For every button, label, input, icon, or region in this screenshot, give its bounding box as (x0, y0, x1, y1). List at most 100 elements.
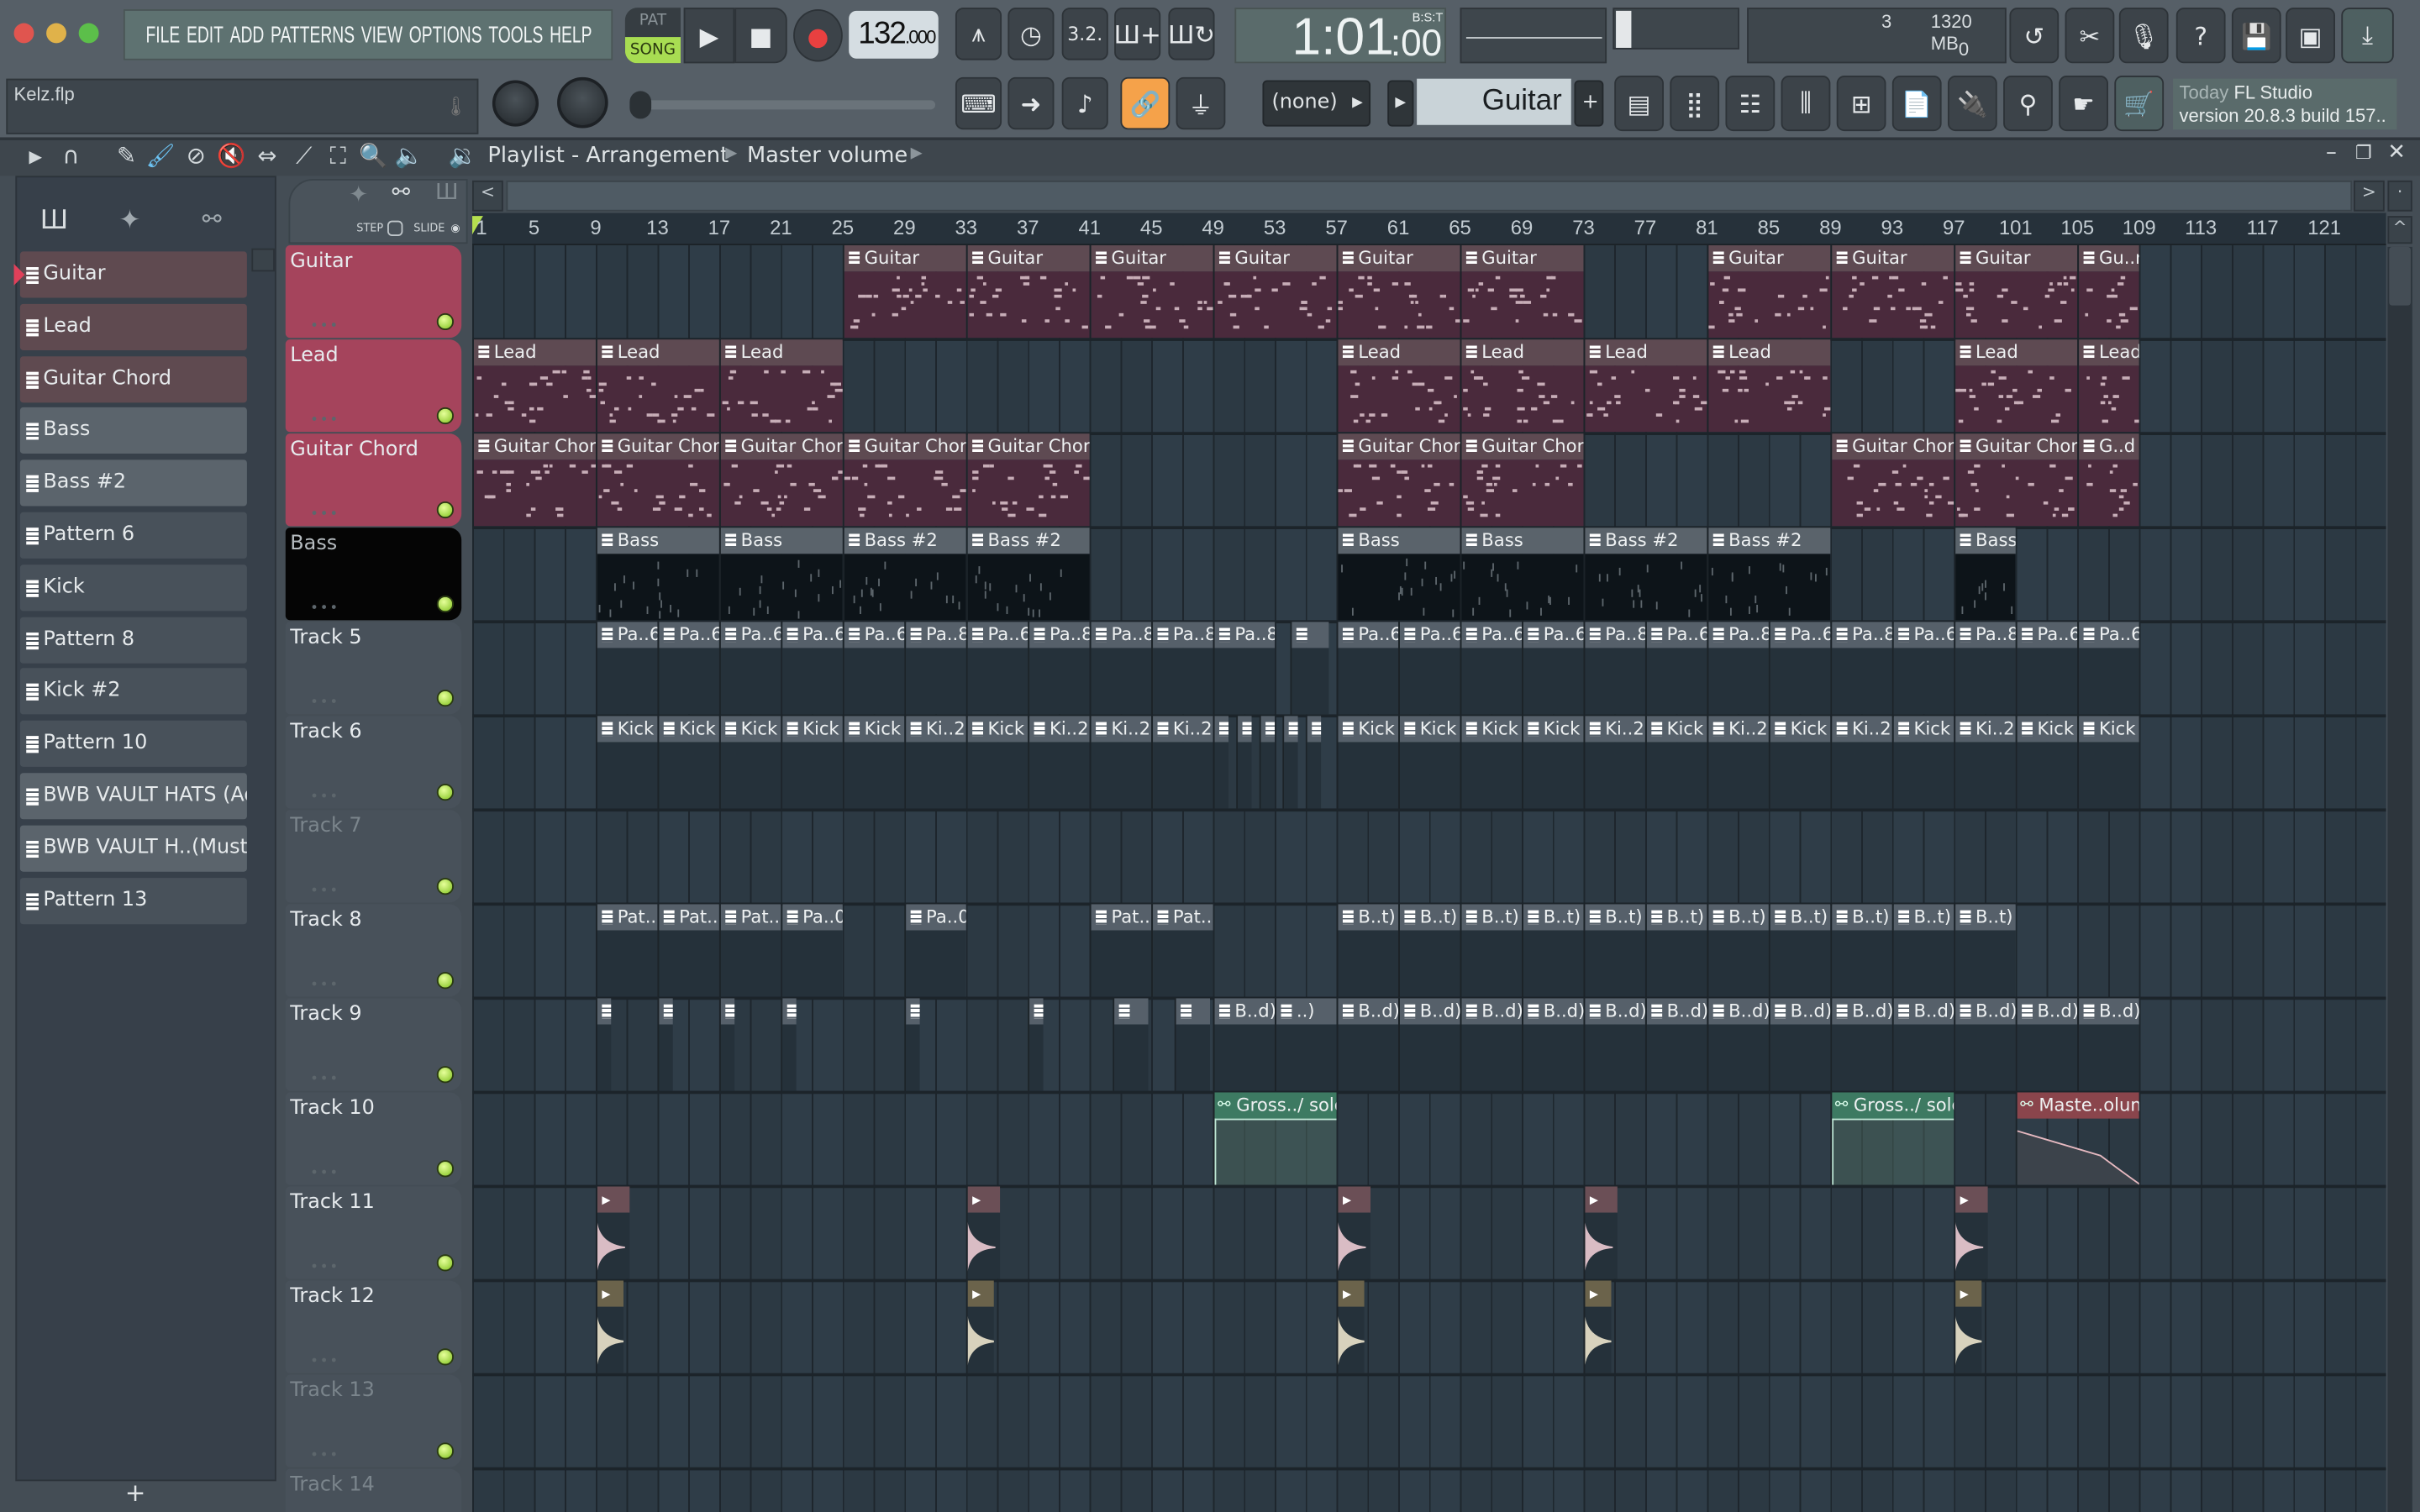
playlist-clip[interactable]: Pa..6 (965, 622, 1028, 715)
playlist-clip[interactable]: B..t) (1644, 904, 1707, 997)
playlist-clip[interactable]: B..d) (2077, 998, 2139, 1091)
undo-button[interactable]: ↺ (2009, 8, 2060, 64)
audio-tab-icon[interactable]: ✦ (118, 205, 140, 236)
playlist-clip[interactable] (1954, 1186, 1988, 1279)
playlist-clip[interactable]: Pa..6 (1336, 622, 1399, 715)
track-header[interactable]: Track 9 ••• (285, 998, 462, 1091)
playlist-clip[interactable]: Kick (1336, 716, 1399, 809)
track-options-icon[interactable]: ••• (310, 1355, 339, 1370)
playlist-clip[interactable]: B..d) (1213, 998, 1276, 1091)
scroll-right-button[interactable]: > (2354, 180, 2385, 212)
blend-notes-button[interactable]: ♪ (1061, 76, 1108, 130)
track-mute-led[interactable] (436, 690, 455, 707)
playlist-clip[interactable]: Pat..1 (1089, 904, 1152, 997)
playlist-clip[interactable]: Ki..2 (904, 716, 966, 809)
playlist-clip[interactable]: B..d) (1891, 998, 1954, 1091)
playlist-clip[interactable]: Ki..2 (1954, 716, 2016, 809)
track-header[interactable]: Track 7 ••• (285, 810, 462, 903)
select-tool-icon[interactable]: ⛶ (323, 142, 354, 170)
automation-tab-icon[interactable]: ⚯ (203, 205, 222, 233)
song-label[interactable]: SONG (624, 37, 681, 64)
playlist-options-button[interactable]: · (2387, 180, 2412, 212)
add-pattern-plus-icon[interactable]: + (125, 1478, 146, 1508)
pattern-list-item[interactable]: Guitar Chord (19, 355, 247, 402)
playlist-clip[interactable] (1305, 716, 1322, 809)
track-options-icon[interactable]: ••• (310, 1167, 339, 1182)
scroll-left-button[interactable]: < (472, 180, 503, 212)
pattern-list-item[interactable]: Kick #2 (19, 669, 247, 716)
playlist-clip[interactable]: Pa..6 (595, 622, 658, 715)
pattern-list-item[interactable]: BWB VAULT H..(Mustard) (19, 825, 247, 872)
playlist-clip[interactable] (1213, 716, 1229, 809)
plugin-picker-button[interactable]: ⚲ (2003, 76, 2053, 132)
track-options-icon[interactable]: ••• (310, 696, 339, 711)
playlist-clip[interactable]: Guitar (1213, 245, 1337, 339)
track-options-icon[interactable]: ••• (310, 978, 339, 993)
playlist-clip[interactable]: G..d (2077, 433, 2139, 527)
playlist-clip[interactable]: Guitar Chord (965, 433, 1090, 527)
playlist-clip[interactable]: Lead (1707, 339, 1831, 433)
breadcrumb-master-volume[interactable]: Master volume (747, 144, 908, 168)
playlist-clip[interactable]: Kick (595, 716, 658, 809)
metronome-button[interactable]: ⩚ (955, 8, 1002, 60)
channel-rack-button[interactable]: ☷ (1725, 76, 1776, 132)
playlist-clip[interactable] (1282, 716, 1298, 809)
playlist-clip[interactable]: Pat..1 (718, 904, 781, 997)
menu-file[interactable]: FILE (145, 22, 180, 48)
playlist-clip[interactable]: Pa..6 (1768, 622, 1831, 715)
playlist-clip[interactable]: Guitar (1954, 245, 2078, 339)
playlist-clip[interactable]: Pa..6 (2015, 622, 2078, 715)
project-name-field[interactable]: Kelz.flp 🌡 (6, 78, 479, 134)
paint-brush-icon[interactable]: 🖌 (145, 142, 176, 170)
master-pitch-slider[interactable] (629, 91, 936, 119)
pattern-list-item[interactable]: Pattern 8 (19, 616, 247, 664)
track-mute-led[interactable] (436, 1442, 455, 1460)
playlist-clip[interactable]: Lead (472, 339, 596, 433)
help-button[interactable]: ? (2175, 8, 2226, 64)
track-mute-led[interactable] (436, 595, 455, 613)
slider-handle[interactable] (629, 91, 652, 119)
playlist-clip[interactable]: B..t) (1954, 904, 2016, 997)
vertical-scroll-thumb[interactable] (2389, 246, 2411, 306)
song-overview-scrollbar[interactable] (506, 180, 2353, 212)
hint-panel[interactable]: Today FL Studio version 20.8.3 build 157… (2173, 78, 2397, 130)
magnet-icon[interactable]: ∩ (55, 142, 87, 170)
zoom-tool-icon[interactable]: 🔍 (358, 142, 389, 170)
playlist-clip[interactable]: Pa..6 (718, 622, 781, 715)
playlist-menu-arrow-icon[interactable]: ▶ (20, 146, 51, 166)
typing-keyboard-button[interactable]: ⌨ (955, 76, 1002, 130)
playlist-clip[interactable]: Guitar Chord (1460, 433, 1584, 527)
playlist-clip[interactable]: Kick (2015, 716, 2078, 809)
playlist-clip[interactable]: Kick (718, 716, 781, 809)
playlist-clip[interactable]: Ki..2 (1089, 716, 1152, 809)
pattern-list-item[interactable]: Pattern 6 (19, 512, 247, 559)
vertical-scrollbar[interactable] (2387, 246, 2412, 1512)
playlist-clip[interactable]: Pa..6 (781, 622, 843, 715)
track-options-icon[interactable]: ••• (310, 884, 339, 899)
playlist-clip[interactable]: Guitar (1089, 245, 1213, 339)
step-edit-button[interactable]: Ш+ (1114, 8, 1161, 60)
audio-clip-icon[interactable]: ✦ (349, 181, 368, 208)
playlist-clip[interactable]: B..d) (1522, 998, 1584, 1091)
playlist-clip[interactable] (718, 998, 735, 1091)
playlist-clip[interactable]: Lead (1954, 339, 2078, 433)
playlist-clip[interactable]: B..t) (1830, 904, 1892, 997)
playlist-clip[interactable]: Kick (781, 716, 843, 809)
track-mute-led[interactable] (436, 312, 455, 331)
track-mute-led[interactable] (436, 1348, 455, 1366)
playlist-clip[interactable]: B..d) (1768, 998, 1831, 1091)
playlist-clip[interactable]: Kick (1644, 716, 1707, 809)
playlist-clip[interactable]: Pa..0 (904, 904, 966, 997)
track-header[interactable]: Guitar Chord ••• (285, 433, 462, 527)
save-button[interactable]: 💾 (2231, 8, 2281, 64)
playlist-clip[interactable]: Pat..1 (595, 904, 658, 997)
playlist-clip[interactable]: Pa..8 (1830, 622, 1892, 715)
pattern-clip-icon[interactable]: Ш (435, 181, 459, 205)
scroll-up-button[interactable]: ^ (2387, 216, 2412, 244)
pat-label[interactable]: PAT (625, 8, 681, 34)
playlist-clip[interactable] (1954, 1280, 1982, 1373)
track-options-icon[interactable]: ••• (310, 601, 339, 617)
track-header[interactable]: Bass ••• (285, 528, 462, 621)
track-options-icon[interactable]: ••• (310, 413, 339, 428)
playlist-clip[interactable] (1113, 998, 1149, 1091)
